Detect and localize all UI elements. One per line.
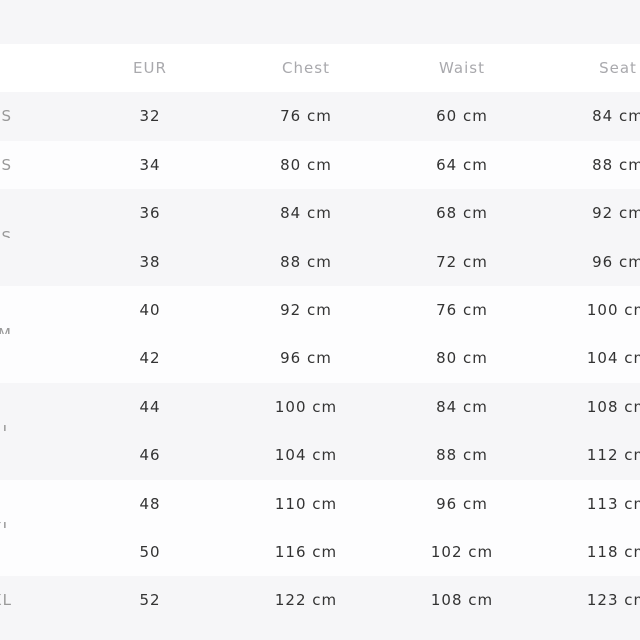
cell-chest: 100 cm — [274, 397, 338, 416]
cell-seat: 104 cm — [586, 349, 640, 368]
cell-waist: 68 cm — [436, 204, 488, 223]
size-label: XXL — [0, 591, 12, 610]
table-row: 38 88 cm 72 cm 96 cm — [0, 237, 640, 286]
cell-waist: 72 cm — [436, 252, 488, 271]
table-header: EUR Chest Waist Seat — [0, 44, 640, 93]
table-row: XS 34 80 cm 64 cm 88 cm — [0, 140, 640, 190]
cell-seat: 118 cm — [586, 542, 640, 561]
cell-eur: 42 — [139, 349, 161, 368]
cell-eur: 46 — [139, 446, 161, 465]
cell-seat: 96 cm — [592, 252, 640, 271]
table-row: 46 104 cm 88 cm 112 cm — [0, 431, 640, 480]
cell-eur: 52 — [139, 591, 161, 610]
table-row: S3684 cm68 cm92 cm — [0, 189, 640, 246]
cell-chest: 88 cm — [280, 252, 332, 271]
cell-waist: 108 cm — [430, 591, 494, 610]
cell-eur: 44 — [139, 397, 161, 416]
cell-waist: 80 cm — [436, 349, 488, 368]
cell-waist: 60 cm — [436, 107, 488, 126]
cell-chest: 96 cm — [280, 349, 332, 368]
size-chart-table: EUR Chest Waist Seat XXS 32 76 cm 60 cm 84 c… — [0, 44, 640, 625]
cell-seat: 84 cm — [592, 107, 640, 126]
cell-chest: 92 cm — [280, 300, 332, 319]
cell-chest: 84 cm — [280, 204, 332, 223]
table-row: XL48110 cm96 cm113 cm — [0, 479, 640, 537]
cell-chest: 104 cm — [274, 446, 338, 465]
cell-chest: 110 cm — [274, 494, 338, 513]
table-row: M4092 cm76 cm100 cm — [0, 285, 640, 343]
cell-waist: 88 cm — [436, 446, 488, 465]
cell-waist: 76 cm — [436, 300, 488, 319]
cell-eur: 48 — [139, 494, 161, 513]
table-row: XXL 52 122 cm 108 cm 123 cm — [0, 576, 640, 625]
cell-seat: 92 cm — [592, 204, 640, 223]
header-waist: Waist — [439, 59, 485, 77]
cell-chest: 76 cm — [280, 107, 332, 126]
cell-eur: 50 — [139, 542, 161, 561]
cell-waist: 84 cm — [436, 397, 488, 416]
header-chest: Chest — [282, 59, 330, 77]
cell-seat: 100 cm — [586, 300, 640, 319]
table-row: L44100 cm84 cm108 cm — [0, 382, 640, 440]
header-eur: EUR — [133, 59, 167, 77]
cell-eur: 32 — [139, 107, 161, 126]
cell-eur: 38 — [139, 252, 161, 271]
cell-seat: 88 cm — [592, 155, 640, 174]
cell-seat: 123 cm — [586, 591, 640, 610]
cell-waist: 64 cm — [436, 155, 488, 174]
cell-chest: 122 cm — [274, 591, 338, 610]
cell-eur: 40 — [139, 300, 161, 319]
cell-seat: 108 cm — [586, 397, 640, 416]
size-label: XS — [0, 155, 12, 174]
table-row: XXS 32 76 cm 60 cm 84 cm — [0, 92, 640, 141]
cell-eur: 36 — [139, 204, 161, 223]
cell-chest: 116 cm — [274, 542, 338, 561]
table-row: 50 116 cm 102 cm 118 cm — [0, 527, 640, 577]
size-label: XXS — [0, 107, 12, 126]
cell-eur: 34 — [139, 155, 161, 174]
cell-seat: 113 cm — [586, 494, 640, 513]
cell-waist: 102 cm — [430, 542, 494, 561]
table-row: 42 96 cm 80 cm 104 cm — [0, 334, 640, 383]
cell-seat: 112 cm — [586, 446, 640, 465]
cell-chest: 80 cm — [280, 155, 332, 174]
header-seat: Seat — [599, 59, 637, 77]
cell-waist: 96 cm — [436, 494, 488, 513]
